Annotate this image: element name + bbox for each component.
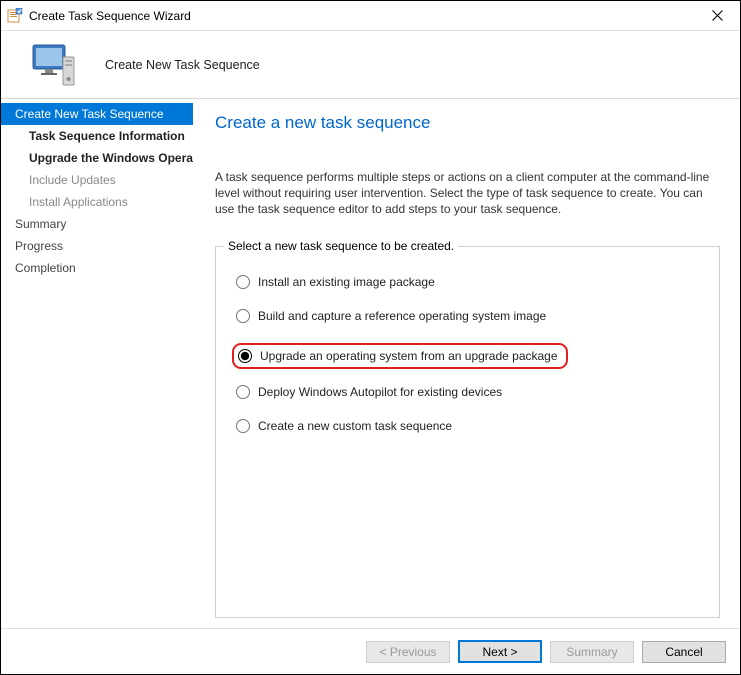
step-progress[interactable]: Progress — [1, 235, 193, 257]
wizard-main: Create a new task sequence A task sequen… — [193, 99, 740, 628]
radio-autopilot[interactable] — [236, 385, 250, 399]
radio-label: Deploy Windows Autopilot for existing de… — [258, 385, 502, 399]
app-icon — [7, 8, 23, 24]
options-legend: Select a new task sequence to be created… — [224, 239, 458, 253]
step-upgrade-windows-os[interactable]: Upgrade the Windows Operating System — [1, 147, 193, 169]
task-sequence-options-group: Select a new task sequence to be created… — [215, 246, 720, 618]
option-upgrade-os[interactable]: Upgrade an operating system from an upgr… — [232, 343, 568, 369]
step-install-applications[interactable]: Install Applications — [1, 191, 193, 213]
step-summary[interactable]: Summary — [1, 213, 193, 235]
option-build-capture[interactable]: Build and capture a reference operating … — [236, 309, 703, 323]
next-button[interactable]: Next > — [458, 640, 542, 663]
option-install-image[interactable]: Install an existing image package — [236, 275, 703, 289]
radio-build-capture[interactable] — [236, 309, 250, 323]
step-create-new-task-sequence[interactable]: Create New Task Sequence — [1, 103, 193, 125]
radio-label: Create a new custom task sequence — [258, 419, 452, 433]
radio-upgrade-os[interactable] — [238, 349, 252, 363]
page-description: A task sequence performs multiple steps … — [215, 169, 720, 218]
radio-install-image[interactable] — [236, 275, 250, 289]
radio-label: Install an existing image package — [258, 275, 435, 289]
radio-label: Build and capture a reference operating … — [258, 309, 546, 323]
summary-button: Summary — [550, 641, 634, 663]
step-include-updates[interactable]: Include Updates — [1, 169, 193, 191]
previous-button: < Previous — [366, 641, 450, 663]
wizard-header: Create New Task Sequence — [1, 31, 740, 99]
wizard-steps-sidebar: Create New Task Sequence Task Sequence I… — [1, 99, 193, 628]
step-task-sequence-information[interactable]: Task Sequence Information — [1, 125, 193, 147]
radio-custom[interactable] — [236, 419, 250, 433]
radio-label: Upgrade an operating system from an upgr… — [260, 349, 558, 363]
cancel-button[interactable]: Cancel — [642, 641, 726, 663]
option-autopilot[interactable]: Deploy Windows Autopilot for existing de… — [236, 385, 703, 399]
page-heading: Create a new task sequence — [215, 113, 720, 133]
wizard-footer: < Previous Next > Summary Cancel — [1, 628, 740, 674]
step-completion[interactable]: Completion — [1, 257, 193, 279]
wizard-icon — [29, 41, 77, 89]
wizard-body: Create New Task Sequence Task Sequence I… — [1, 99, 740, 628]
wizard-header-title: Create New Task Sequence — [105, 58, 260, 72]
close-button[interactable] — [702, 2, 732, 30]
option-custom[interactable]: Create a new custom task sequence — [236, 419, 703, 433]
window-title: Create Task Sequence Wizard — [29, 9, 702, 23]
titlebar: Create Task Sequence Wizard — [1, 1, 740, 31]
